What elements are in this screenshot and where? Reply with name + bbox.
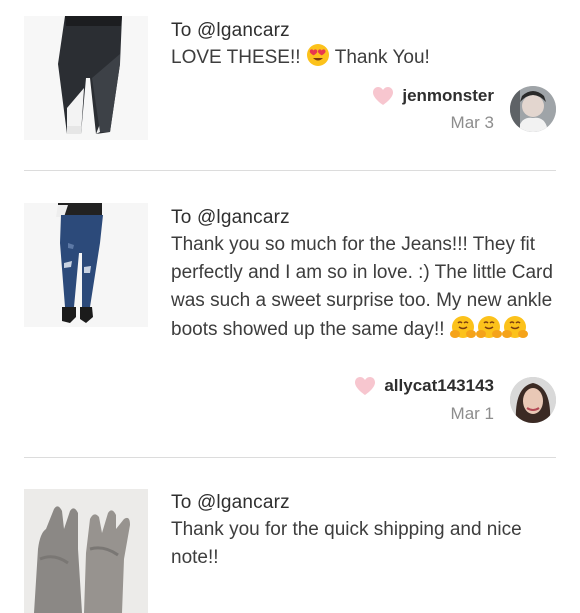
note-message: LOVE THESE!! Thank You! [171, 43, 566, 72]
message-text: LOVE THESE!! [171, 47, 306, 68]
recipient: To @lgancarz [171, 492, 290, 513]
sender-row: jenmonster [372, 86, 494, 106]
hugging-face-emoji-icon [501, 316, 528, 338]
note-card: To @lgancarz Thank you so much for the J… [0, 171, 580, 456]
avatar[interactable] [510, 377, 556, 423]
avatar[interactable] [510, 86, 556, 132]
avatar-image [510, 377, 556, 423]
note-date: Mar 1 [450, 404, 494, 423]
product-thumbnail[interactable] [24, 16, 148, 140]
note-message: Thank you for the quick shipping and nic… [171, 519, 522, 568]
hugging-face-emoji-icon [475, 316, 502, 338]
sender-row: allycat143143 [354, 376, 494, 396]
note-date: Mar 3 [450, 113, 494, 132]
hugging-face-emoji-icon [449, 316, 476, 338]
jeans-image [24, 203, 148, 327]
heart-eyes-emoji-icon [306, 44, 329, 66]
product-thumbnail[interactable] [24, 489, 148, 613]
note-message: Thank you so much for the Jeans!!! They … [171, 231, 566, 344]
avatar-image [510, 86, 556, 132]
recipient: To @lgancarz [171, 207, 290, 228]
recipient: To @lgancarz [171, 20, 290, 41]
heart-icon[interactable] [372, 86, 394, 106]
sender-username[interactable]: allycat143143 [384, 376, 494, 396]
note-card: To @lgancarz Thank you for the quick shi… [0, 458, 580, 613]
product-thumbnail[interactable] [24, 203, 148, 327]
note-card: To @lgancarz LOVE THESE!! Thank You! jen… [0, 0, 580, 170]
leggings-image [24, 16, 148, 140]
gloves-image [24, 489, 148, 613]
sender-username[interactable]: jenmonster [402, 86, 494, 106]
heart-icon[interactable] [354, 376, 376, 396]
message-text-end: Thank You! [329, 47, 430, 68]
